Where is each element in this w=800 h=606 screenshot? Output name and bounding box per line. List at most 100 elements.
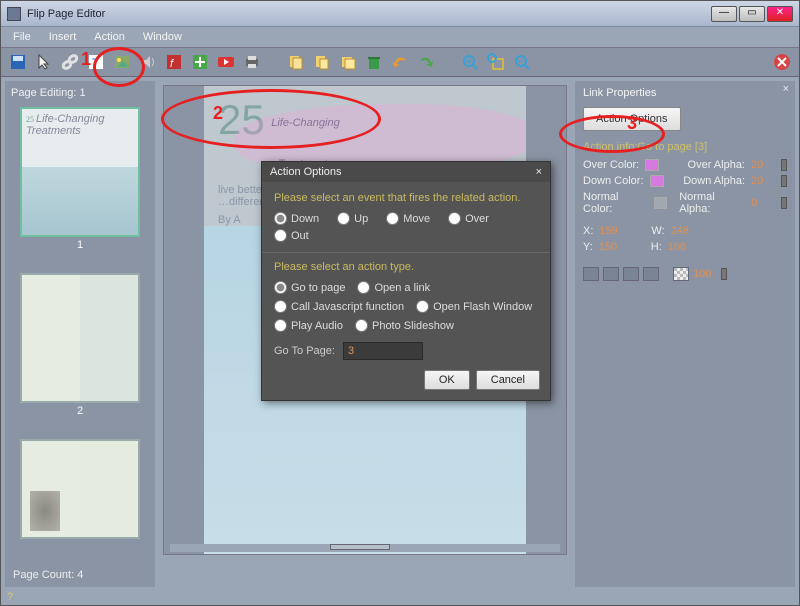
close-icon[interactable]: × [536,166,542,178]
action-type-group: Go to page Open a link Call Javascript f… [274,281,538,332]
radio-input[interactable] [355,319,368,332]
h-value[interactable]: 106 [668,241,692,253]
titlebar: Flip Page Editor — ▭ ✕ [1,1,799,27]
page-count-footer: Page Count: 4 [9,567,151,583]
bring-front-icon[interactable] [583,267,599,281]
radio-input[interactable] [386,212,399,225]
radio-input[interactable] [274,212,287,225]
over-alpha-value[interactable]: 20 [751,159,775,171]
event-radio-group: Down Up Move Over Out [274,212,538,242]
radio-input[interactable] [274,300,287,313]
menu-insert[interactable]: Insert [49,31,77,43]
redo-icon[interactable] [417,53,435,71]
send-back-icon[interactable] [643,267,659,281]
scrollbar-handle[interactable] [330,544,390,550]
x-value[interactable]: 159 [599,225,623,237]
dialog-title: Action Options [270,166,342,178]
thumb-label: 2 [20,405,140,417]
radio-input[interactable] [448,212,461,225]
down-color-swatch[interactable] [650,175,664,187]
close-panel-icon[interactable] [773,53,791,71]
thumb-label: 1 [20,239,140,251]
goto-page-input[interactable] [343,342,423,360]
menu-window[interactable]: Window [143,31,182,43]
window-controls: — ▭ ✕ [711,6,793,22]
menu-file[interactable]: File [13,31,31,43]
paste-icon[interactable] [313,53,331,71]
text-icon[interactable]: T [87,53,105,71]
radio-open-link[interactable]: Open a link [357,281,430,294]
radio-down[interactable]: Down [274,212,319,225]
radio-input[interactable] [416,300,429,313]
zoom-out-icon[interactable] [513,53,531,71]
radio-goto-page[interactable]: Go to page [274,281,345,294]
page-editing-header: Page Editing: 1 [9,85,151,101]
normal-color-swatch[interactable] [654,197,667,209]
save-icon[interactable] [9,53,27,71]
maximize-button[interactable]: ▭ [739,6,765,22]
pointer-icon[interactable] [35,53,53,71]
dialog-titlebar[interactable]: Action Options × [262,162,550,182]
goto-page-label: Go To Page: [274,345,335,357]
action-options-button[interactable]: Action Options [583,107,681,131]
zoom-box-icon[interactable] [487,53,505,71]
window-title: Flip Page Editor [27,8,705,20]
page-thumb-3[interactable] [20,439,140,539]
stepper-icon[interactable] [781,159,787,171]
zoom-in-icon[interactable] [461,53,479,71]
flash-icon[interactable]: f [165,53,183,71]
add-icon[interactable] [191,53,209,71]
opacity-value[interactable]: 100 [693,268,717,280]
radio-input[interactable] [274,319,287,332]
down-alpha-label: Down Alpha: [683,175,745,187]
close-icon[interactable]: × [783,83,789,95]
stepper-icon[interactable] [721,268,727,280]
bring-forward-icon[interactable] [603,267,619,281]
h-label: H: [651,241,662,253]
radio-input[interactable] [337,212,350,225]
w-value[interactable]: 248 [671,225,695,237]
svg-text:T: T [92,57,99,69]
normal-alpha-value[interactable]: 0 [751,197,775,209]
page-thumb-2[interactable] [20,273,140,403]
delete-icon[interactable] [365,53,383,71]
radio-out[interactable]: Out [274,229,309,242]
stepper-icon[interactable] [781,175,787,187]
thumb-list: 25 Life-ChangingTreatments 1 2 [9,107,151,561]
sound-icon[interactable] [139,53,157,71]
opacity-icon[interactable] [673,267,689,281]
radio-photo-slideshow[interactable]: Photo Slideshow [355,319,454,332]
radio-move[interactable]: Move [386,212,430,225]
y-value[interactable]: 150 [599,241,623,253]
radio-input[interactable] [357,281,370,294]
radio-up[interactable]: Up [337,212,368,225]
radio-call-js[interactable]: Call Javascript function [274,300,404,313]
horizontal-scrollbar[interactable] [170,544,560,552]
close-button[interactable]: ✕ [767,6,793,22]
print-icon[interactable] [243,53,261,71]
copy-icon[interactable] [287,53,305,71]
statusbar: ? [1,591,799,605]
event-hint: Please select an event that fires the re… [274,192,538,204]
layers-icon[interactable] [339,53,357,71]
down-alpha-value[interactable]: 20 [751,175,775,187]
menu-action[interactable]: Action [94,31,125,43]
image-icon[interactable] [113,53,131,71]
radio-input[interactable] [274,229,287,242]
youtube-icon[interactable] [217,53,235,71]
stepper-icon[interactable] [781,197,787,209]
x-label: X: [583,225,593,237]
radio-open-flash[interactable]: Open Flash Window [416,300,532,313]
cancel-button[interactable]: Cancel [476,370,540,390]
action-info-label: Action info:Go to page [3] [583,141,787,153]
radio-over[interactable]: Over [448,212,489,225]
undo-icon[interactable] [391,53,409,71]
radio-input[interactable] [274,281,287,294]
ok-button[interactable]: OK [424,370,470,390]
send-backward-icon[interactable] [623,267,639,281]
radio-play-audio[interactable]: Play Audio [274,319,343,332]
over-color-swatch[interactable] [645,159,659,171]
link-icon[interactable] [61,53,79,71]
minimize-button[interactable]: — [711,6,737,22]
page-thumb-1[interactable]: 25 Life-ChangingTreatments [20,107,140,237]
